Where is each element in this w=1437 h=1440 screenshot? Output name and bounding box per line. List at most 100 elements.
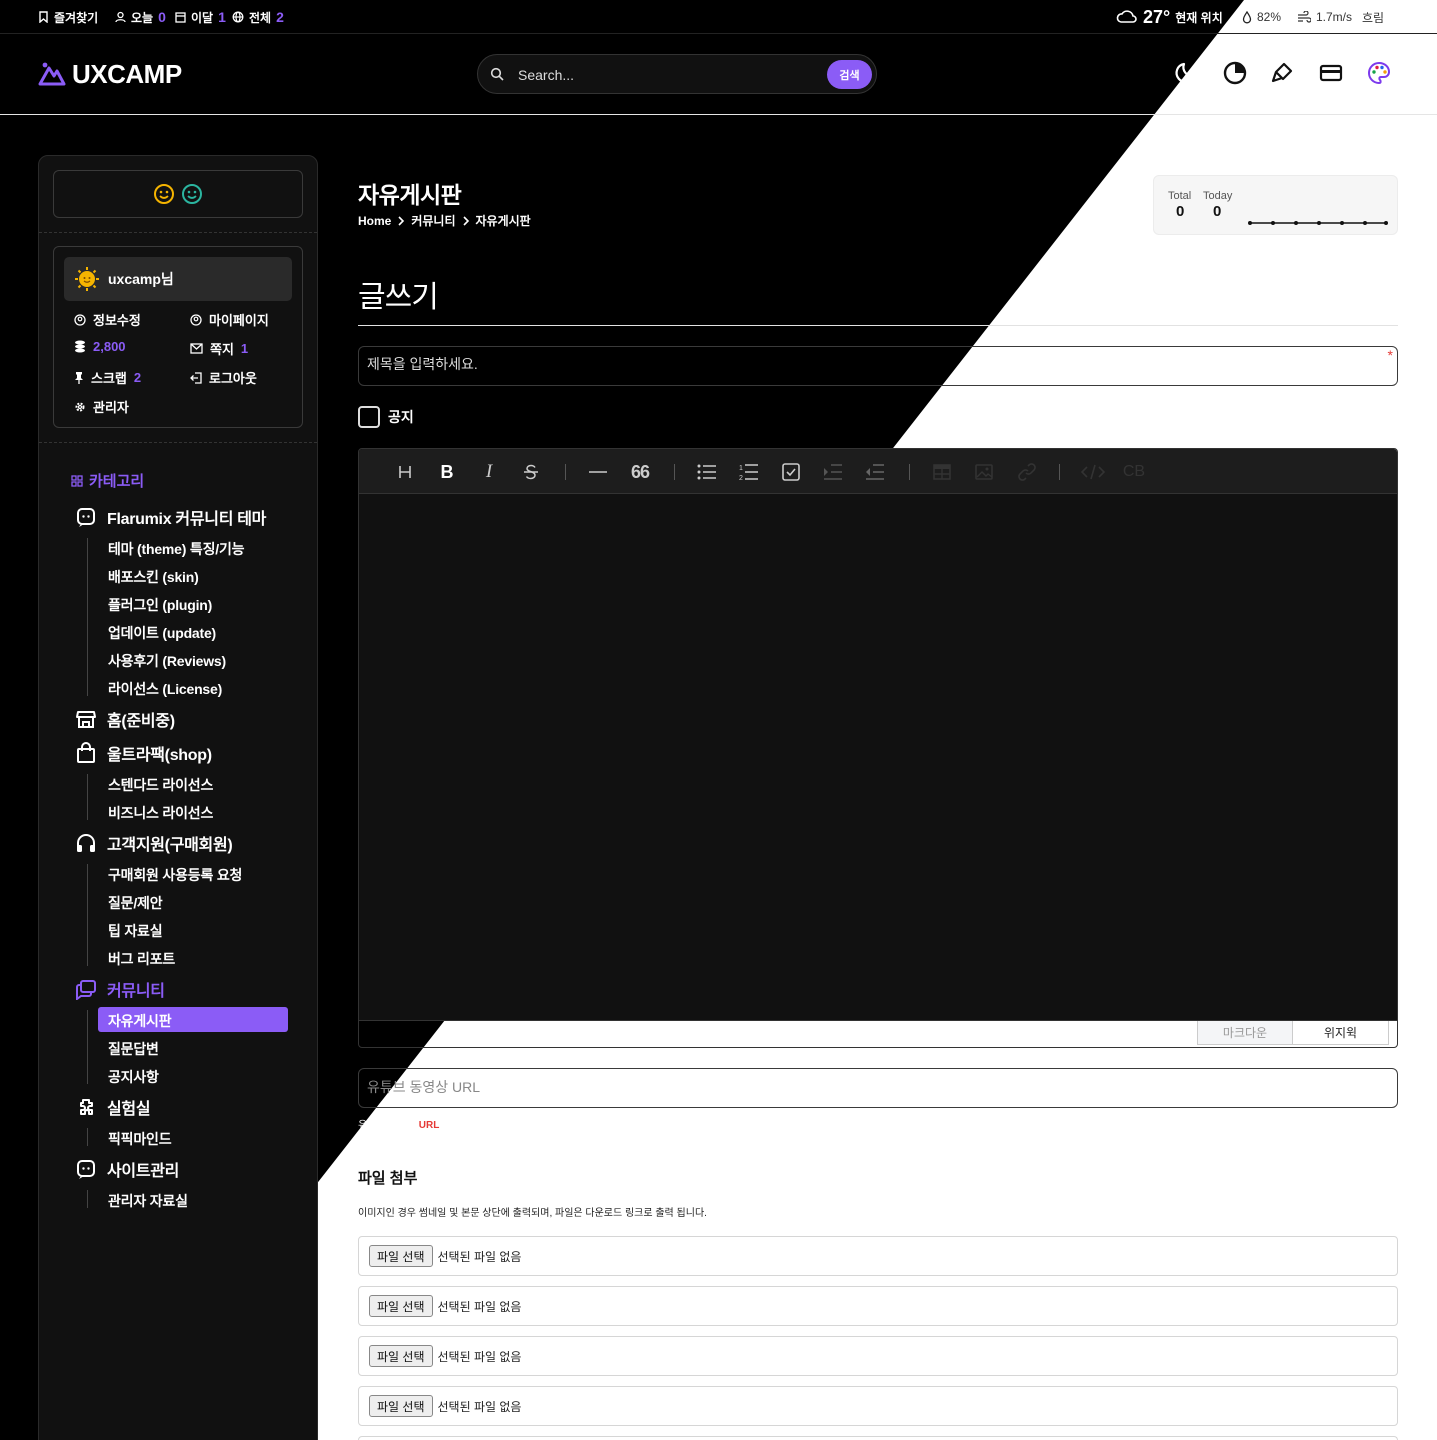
file-input-row: 파일 선택 선택된 파일 없음: [358, 1236, 1398, 1276]
italic-icon[interactable]: I: [476, 459, 502, 485]
search-input[interactable]: [518, 64, 818, 86]
scrap-link[interactable]: 스크랩 2: [74, 368, 141, 387]
breadcrumb-home[interactable]: Home: [358, 214, 391, 228]
chevron-right-icon: [397, 215, 405, 226]
notice-checkbox[interactable]: 공지: [358, 406, 414, 428]
category-flarumix[interactable]: Flarumix 커뮤니티 테마: [75, 505, 266, 529]
category-lab[interactable]: 실험실: [75, 1095, 151, 1119]
sidebar-item-update[interactable]: 업데이트 (update): [108, 623, 216, 643]
bookmark-link[interactable]: 즐겨찾기: [38, 0, 98, 34]
sidebar-item-theme[interactable]: 테마 (theme) 특징/기능: [108, 539, 245, 559]
messages-link[interactable]: 쪽지 1: [190, 339, 248, 358]
quote-icon[interactable]: 66: [627, 459, 653, 485]
tree-line: [87, 538, 88, 696]
wysiwyg-tab[interactable]: 위지윅: [1293, 1021, 1389, 1045]
strikethrough-icon[interactable]: [518, 459, 544, 485]
globe-icon: [232, 11, 244, 23]
logout-link[interactable]: 로그아웃: [190, 368, 257, 387]
credit-card-icon[interactable]: [1316, 58, 1346, 88]
category-home[interactable]: 홈(준비중): [75, 707, 175, 731]
youtube-url-input[interactable]: [367, 1079, 867, 1095]
category-shop[interactable]: 울트라팩(shop): [75, 741, 212, 765]
sidebar-item-bug-report[interactable]: 버그 리포트: [108, 949, 175, 969]
sidebar-item-notices[interactable]: 공지사항: [108, 1067, 159, 1087]
weather-wind: 1.7m/s: [1297, 0, 1352, 34]
file-status: 선택된 파일 없음: [437, 1299, 522, 1314]
user-header[interactable]: uxcamp님: [64, 257, 292, 301]
horizontal-rule-icon[interactable]: [585, 459, 611, 485]
sidebar-item-plugin[interactable]: 플러그인 (plugin): [108, 595, 212, 615]
category-community[interactable]: 커뮤니티: [75, 977, 165, 1001]
search-button[interactable]: 검색: [827, 60, 872, 89]
image-icon[interactable]: [971, 459, 997, 485]
sidebar-item-skin[interactable]: 배포스킨 (skin): [108, 567, 199, 587]
file-select-button[interactable]: 파일 선택: [369, 1345, 433, 1367]
pie-chart-icon[interactable]: [1220, 58, 1250, 88]
svg-text:2: 2: [739, 475, 743, 482]
file-select-button[interactable]: 파일 선택: [369, 1245, 433, 1267]
file-select-button[interactable]: 파일 선택: [369, 1395, 433, 1417]
markdown-tab[interactable]: 마크다운: [1197, 1021, 1293, 1045]
sidebar-item-pickpick[interactable]: 픽픽마인드: [108, 1129, 172, 1149]
breadcrumb-community[interactable]: 커뮤니티: [411, 212, 455, 229]
visit-today: 오늘 0: [115, 0, 166, 34]
mountain-logo-icon: [38, 61, 66, 87]
edit-profile-link[interactable]: 정보수정: [74, 310, 141, 329]
smiley-yellow-icon[interactable]: [153, 183, 175, 205]
title-input[interactable]: [367, 356, 967, 372]
sidebar-item-standard-license[interactable]: 스텐다드 라이선스: [108, 775, 213, 795]
bold-icon[interactable]: B: [434, 459, 460, 485]
category-support[interactable]: 고객지원(구매회원): [75, 831, 233, 855]
file-select-button[interactable]: 파일 선택: [369, 1295, 433, 1317]
smiley-teal-icon[interactable]: [181, 183, 203, 205]
brush-icon[interactable]: [1267, 58, 1297, 88]
calendar-icon: [175, 11, 186, 23]
sidebar-item-registration[interactable]: 구매회원 사용등록 요청: [108, 865, 242, 885]
moon-icon[interactable]: [1172, 58, 1202, 88]
file-input-row: 파일 선택 선택된 파일 없음: [358, 1286, 1398, 1326]
stats-total-label: Total: [1168, 190, 1192, 202]
link-icon[interactable]: [1014, 459, 1040, 485]
visit-month-count: 1: [218, 9, 226, 25]
table-icon[interactable]: [929, 459, 955, 485]
code-icon[interactable]: [1080, 459, 1106, 485]
heading-icon[interactable]: [392, 459, 418, 485]
gear-icon: [74, 401, 86, 413]
tree-line: [87, 1190, 88, 1208]
sidebar-item-qna[interactable]: 질문답변: [108, 1039, 159, 1059]
indent-icon[interactable]: [820, 459, 846, 485]
category-site-admin[interactable]: 사이트관리: [75, 1157, 179, 1181]
stats-total-value: 0: [1176, 203, 1185, 220]
youtube-help-text: 유튜브 동영상 URL 을 입력하시면 동영상이 출력 되며, 썸네일이 자동등…: [358, 1120, 698, 1131]
site-logo[interactable]: UXCAMP: [38, 56, 182, 92]
ordered-list-icon[interactable]: 12: [736, 459, 762, 485]
sidebar-item-questions[interactable]: 질문/제안: [108, 893, 163, 913]
sidebar-item-business-license[interactable]: 비즈니스 라이선스: [108, 803, 213, 823]
sidebar-item-tips[interactable]: 팁 자료실: [108, 921, 163, 941]
bullet-list-icon[interactable]: [694, 459, 720, 485]
sidebar-item-reviews[interactable]: 사용후기 (Reviews): [108, 651, 226, 671]
sidebar-divider: [39, 442, 317, 443]
checkbox-icon[interactable]: [358, 406, 380, 428]
file-status: 선택된 파일 없음: [437, 1349, 522, 1364]
outdent-icon[interactable]: [862, 459, 888, 485]
task-list-icon[interactable]: [778, 459, 804, 485]
svg-text:1: 1: [739, 465, 743, 472]
sparkline-icon: [1248, 218, 1388, 228]
sidebar-item-admin-files[interactable]: 관리자 자료실: [108, 1191, 188, 1211]
user-icon: [115, 11, 126, 23]
code-block-icon[interactable]: CB: [1121, 459, 1147, 485]
points-link[interactable]: 2,800: [74, 339, 126, 354]
sidebar-item-license[interactable]: 라이선스 (License): [108, 679, 222, 699]
editor-content-area[interactable]: [359, 494, 1397, 1020]
mypage-link[interactable]: 마이페이지: [190, 310, 269, 329]
headphones-icon: [75, 832, 97, 854]
cloud-icon: [1116, 10, 1138, 24]
stats-today-value: 0: [1213, 203, 1222, 220]
admin-link[interactable]: 관리자: [74, 397, 129, 416]
chat-bubbles-icon: [75, 978, 97, 1000]
file-attachment-help: 이미지인 경우 썸네일 및 본문 상단에 출력되며, 파일은 다운로드 링크로 …: [358, 1208, 707, 1219]
toolbar-separator: [1059, 464, 1060, 480]
palette-icon[interactable]: [1364, 58, 1394, 88]
sidebar-item-free-board[interactable]: 자유게시판: [108, 1011, 172, 1031]
